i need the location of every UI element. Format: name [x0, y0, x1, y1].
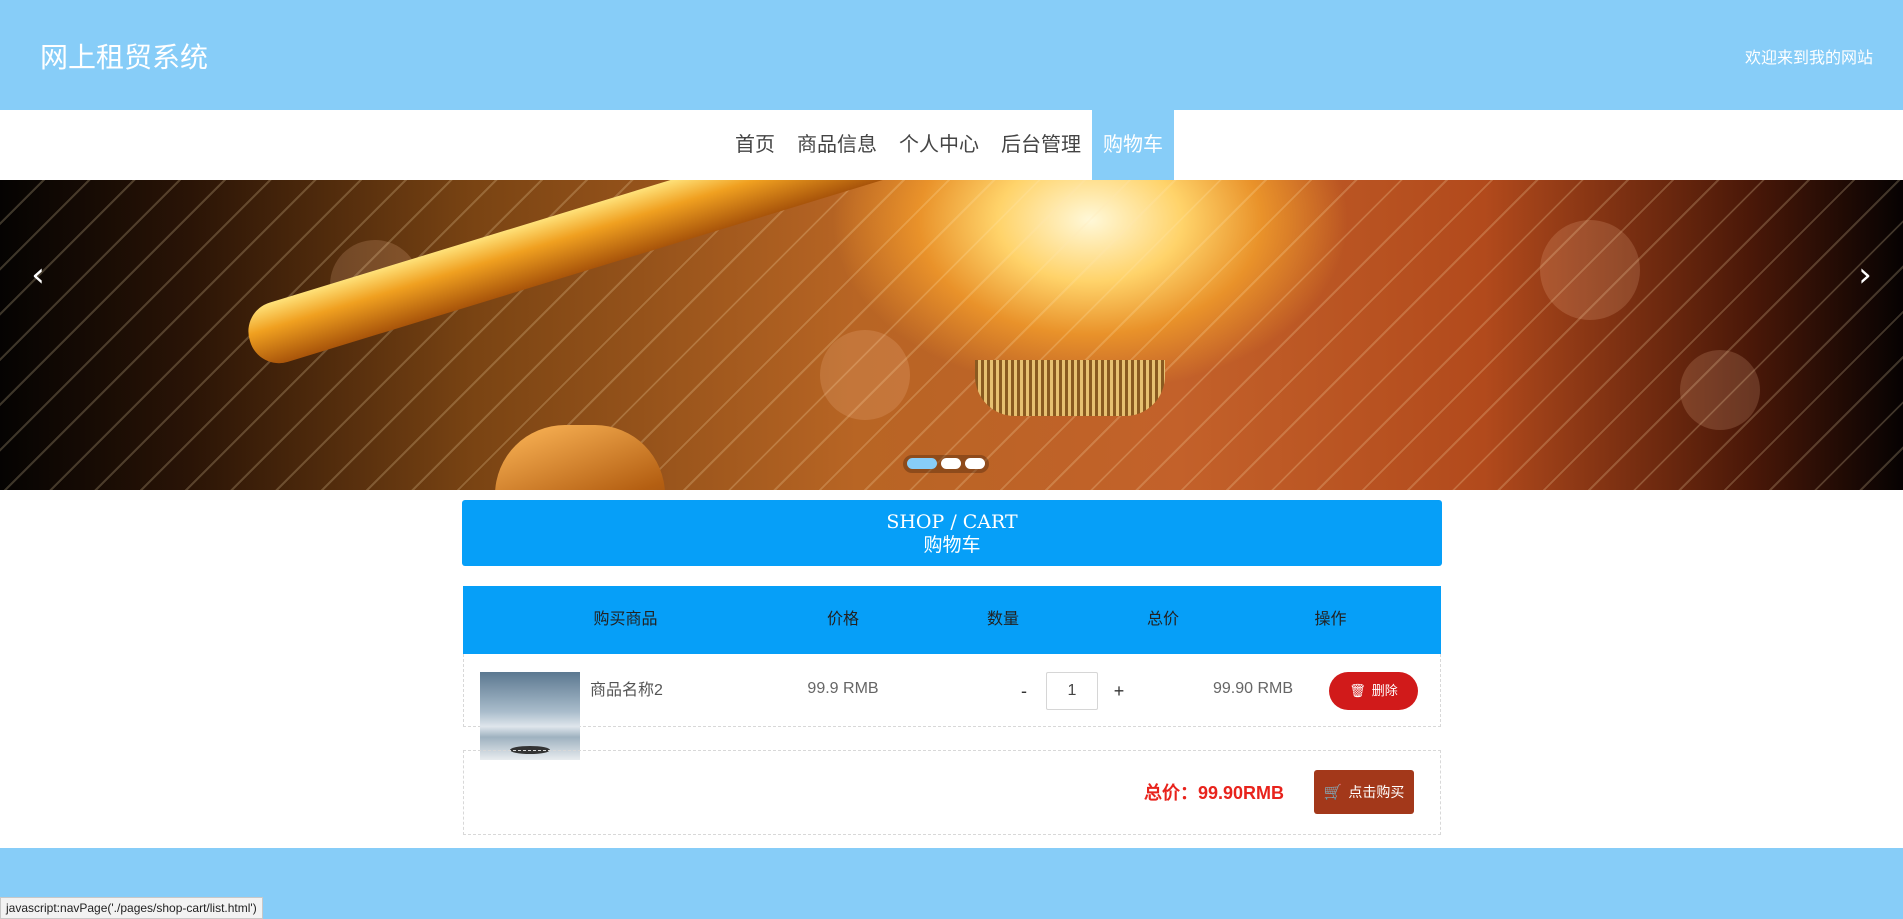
main-nav: 首页 商品信息 个人中心 后台管理 购物车 — [0, 110, 1903, 180]
section-title-en: SHOP / CART — [886, 511, 1018, 533]
product-name[interactable]: 商品名称2 — [590, 676, 663, 700]
delete-button-label: 删除 — [1371, 683, 1398, 698]
nav-item-products[interactable]: 商品信息 — [786, 110, 888, 180]
cart-icon: 🛒 — [1323, 784, 1343, 801]
site-header: 网上租贸系统 欢迎来到我的网站 — [0, 0, 1903, 110]
cart-table: 购买商品 价格 数量 总价 操作 商品名称2 99.9 RMB - + 99.9… — [463, 586, 1441, 762]
product-thumbnail[interactable] — [480, 672, 580, 762]
bokeh-light — [1680, 350, 1760, 430]
buy-button-label: 点击购买 — [1348, 784, 1405, 800]
carousel-dot-3[interactable] — [965, 458, 985, 469]
nav-item-home[interactable]: 首页 — [724, 110, 786, 180]
column-header-product: 购买商品 — [593, 611, 658, 628]
product-price: 99.9 RMB — [807, 680, 879, 697]
section-title-bar: SHOP / CART 购物车 — [462, 500, 1442, 566]
bokeh-light — [820, 330, 910, 420]
carousel-dot-2[interactable] — [941, 458, 961, 469]
site-title: 网上租贸系统 — [40, 42, 209, 73]
column-header-quantity: 数量 — [986, 611, 1019, 628]
quantity-input[interactable] — [1046, 672, 1098, 710]
site-footer — [0, 848, 1903, 919]
column-header-subtotal: 总价 — [1146, 611, 1179, 628]
row-subtotal: 99.90 RMB — [1212, 680, 1294, 697]
banner-carousel: ‹ › — [0, 180, 1903, 490]
total-price: 总价：99.90RMB — [1144, 783, 1285, 803]
trash-icon: 🗑 — [1349, 683, 1366, 698]
quantity-decrease-button[interactable]: - — [1014, 672, 1034, 710]
bokeh-light — [1540, 220, 1640, 320]
microphone-image — [240, 180, 1082, 371]
microphone-clamp — [495, 425, 665, 490]
carousel-indicators — [903, 455, 989, 473]
section-title-cn: 购物车 — [923, 534, 981, 556]
column-header-action: 操作 — [1314, 611, 1347, 628]
chevron-right-icon[interactable]: › — [1845, 255, 1885, 295]
table-header: 购买商品 价格 数量 总价 操作 — [463, 586, 1441, 654]
microphone-tip — [245, 484, 337, 490]
browser-status-bar: javascript:navPage('./pages/shop-cart/li… — [0, 897, 263, 919]
table-row: 商品名称2 99.9 RMB - + 99.90 RMB 🗑 删除 — [463, 654, 1441, 762]
carousel-dot-1[interactable] — [907, 458, 937, 469]
nav-item-profile[interactable]: 个人中心 — [888, 110, 990, 180]
microphone-grille — [975, 360, 1165, 416]
cart-summary: 总价：99.90RMB 🛒 点击购买 — [463, 750, 1441, 835]
delete-button[interactable]: 🗑 删除 — [1329, 672, 1418, 710]
chevron-left-icon[interactable]: ‹ — [18, 255, 58, 295]
nav-item-admin[interactable]: 后台管理 — [990, 110, 1092, 180]
welcome-text: 欢迎来到我的网站 — [1744, 50, 1873, 67]
buy-button[interactable]: 🛒 点击购买 — [1314, 770, 1414, 814]
nav-item-cart[interactable]: 购物车 — [1092, 110, 1174, 180]
column-header-price: 价格 — [826, 611, 859, 628]
quantity-increase-button[interactable]: + — [1109, 672, 1129, 710]
